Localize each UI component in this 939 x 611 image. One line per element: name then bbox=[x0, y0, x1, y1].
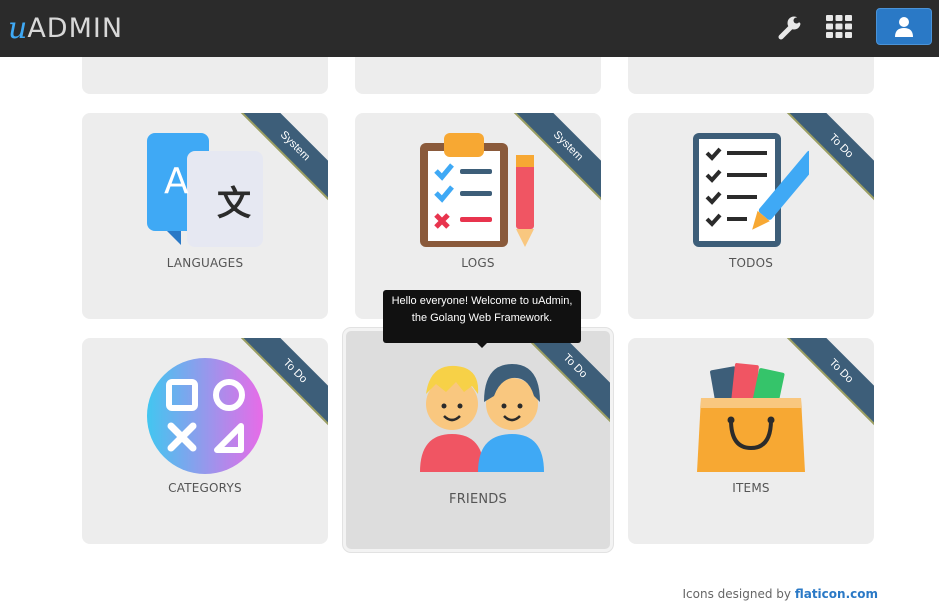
card-partial-3[interactable] bbox=[628, 57, 874, 94]
translate-icon: A 文 bbox=[147, 133, 263, 249]
flaticon-link[interactable]: flaticon.com bbox=[795, 587, 878, 601]
card-label: FRIENDS bbox=[449, 492, 507, 507]
friends-icon bbox=[416, 356, 546, 472]
card-items[interactable]: ITEMS To Do bbox=[628, 338, 874, 544]
card-label: LANGUAGES bbox=[166, 256, 244, 270]
user-button[interactable] bbox=[876, 8, 932, 45]
card-languages[interactable]: A 文 LANGUAGES System bbox=[82, 113, 328, 319]
card-partial-2[interactable] bbox=[355, 57, 601, 94]
card-logs[interactable]: LOGS System bbox=[355, 113, 601, 319]
footer-prefix: Icons designed by bbox=[682, 587, 795, 601]
wrench-icon[interactable] bbox=[775, 12, 807, 42]
clipboard-log-icon bbox=[420, 133, 536, 249]
card-label: CATEGORYS bbox=[168, 481, 242, 495]
card-todos[interactable]: TODOS To Do bbox=[628, 113, 874, 319]
svg-text:A: A bbox=[164, 161, 189, 202]
card-categorys[interactable]: CATEGORYS To Do bbox=[82, 338, 328, 544]
card-label: ITEMS bbox=[732, 481, 770, 495]
card-label: LOGS bbox=[461, 256, 495, 270]
grid-icon[interactable] bbox=[824, 12, 854, 42]
card-label: TODOS bbox=[728, 256, 774, 270]
logo-text: ADMIN bbox=[27, 13, 124, 44]
app-logo[interactable]: u ADMIN bbox=[8, 8, 123, 44]
card-partial-1[interactable] bbox=[82, 57, 328, 94]
shopping-bag-icon bbox=[693, 358, 809, 474]
card-friends[interactable]: FRIENDS To Do bbox=[343, 328, 613, 552]
shapes-icon bbox=[147, 358, 263, 474]
svg-text:文: 文 bbox=[217, 184, 251, 224]
tooltip: Hello everyone! Welcome to uAdmin, the G… bbox=[383, 290, 581, 348]
navbar: u ADMIN bbox=[0, 0, 939, 57]
checklist-icon bbox=[693, 133, 821, 249]
logo-u: u bbox=[8, 11, 28, 46]
footer-credit: Icons designed by flaticon.com bbox=[683, 587, 878, 601]
user-icon bbox=[895, 16, 913, 37]
